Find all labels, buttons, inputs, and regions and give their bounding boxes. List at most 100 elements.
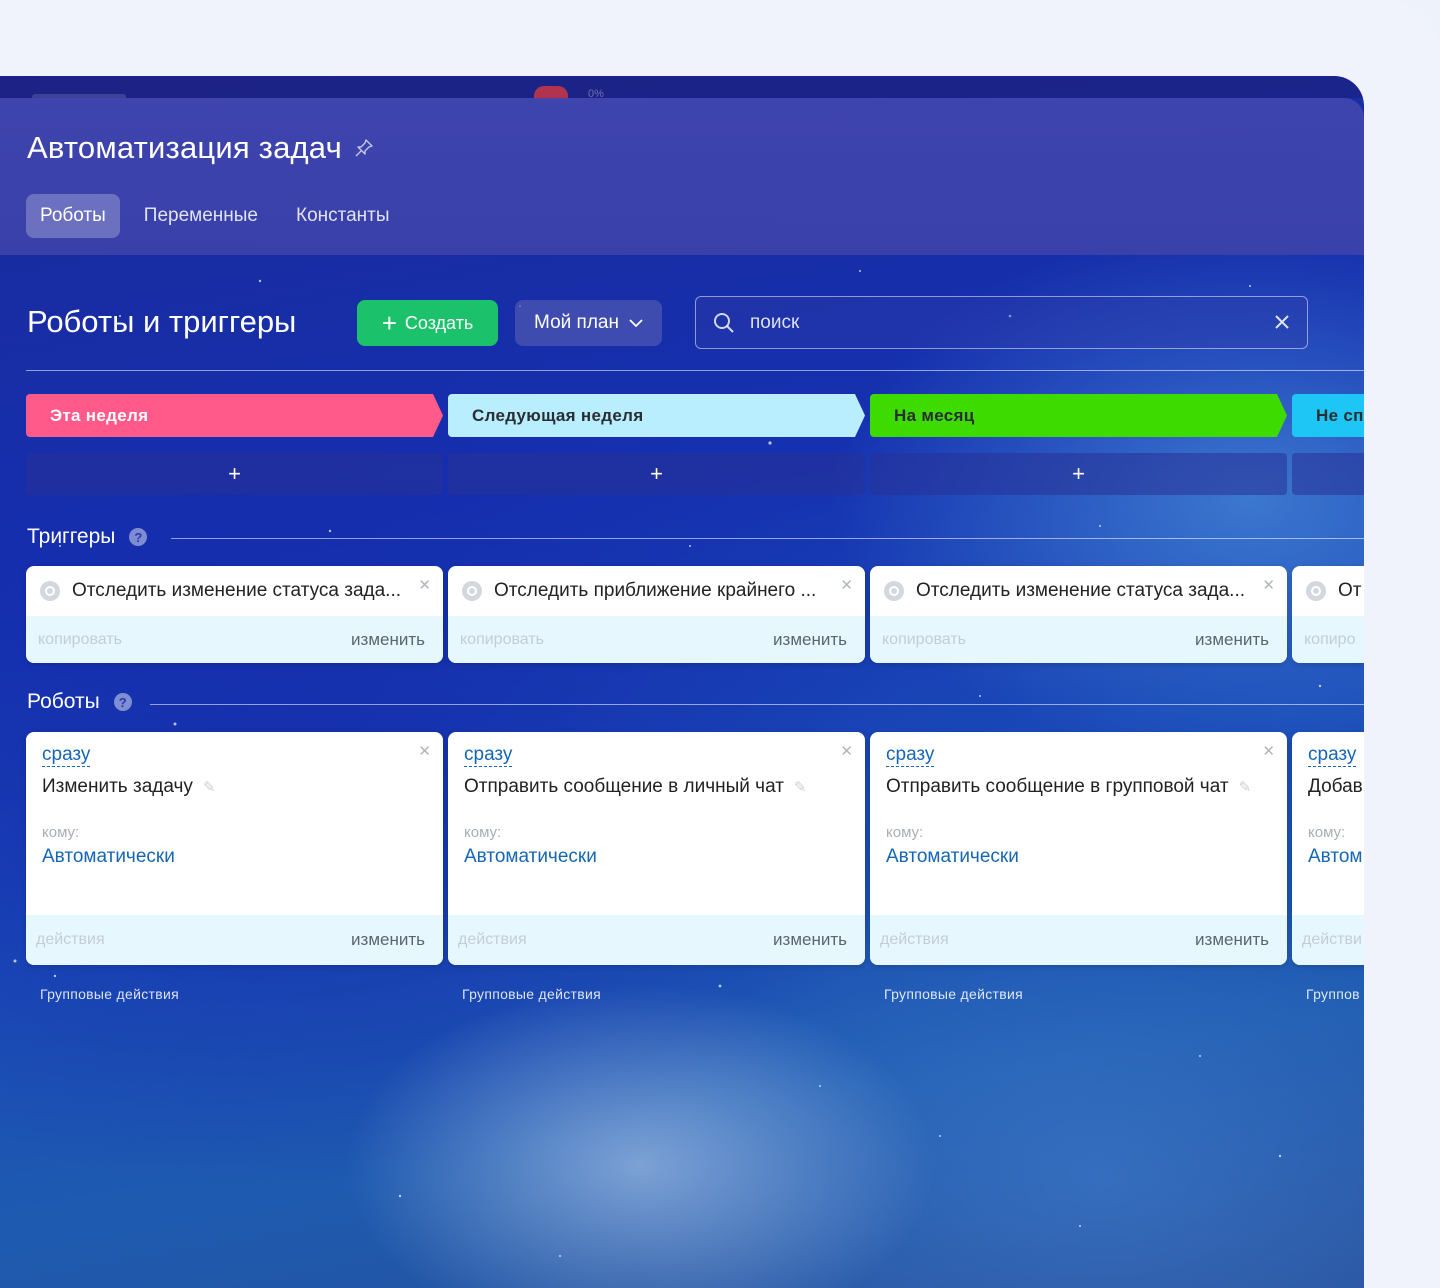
toolbar-divider xyxy=(26,370,1364,371)
help-icon[interactable]: ? xyxy=(113,693,132,711)
stage-column: Эта неделя + xyxy=(26,394,443,495)
robot-name: Отправить сообщение в личный чат xyxy=(464,776,784,797)
robots-divider xyxy=(150,704,1364,705)
robot-card[interactable]: сразу ✕ Отправить сообщение в групповой … xyxy=(870,732,1287,965)
close-icon[interactable]: ✕ xyxy=(418,742,431,760)
header-tabs: Роботы Переменные Константы xyxy=(26,194,410,238)
group-actions-link[interactable]: Групповые действия xyxy=(462,986,601,1002)
recipient-value[interactable]: Автоматически xyxy=(42,846,175,868)
triggers-heading: Триггеры ? xyxy=(27,525,148,549)
trigger-name: От xyxy=(1338,580,1362,601)
robot-card[interactable]: сразу ✕ Изменить задачу ✎ кому: Автомати… xyxy=(26,732,443,965)
robot-delay-link[interactable]: сразу xyxy=(464,744,513,767)
group-actions-link[interactable]: Групповые действия xyxy=(40,986,179,1002)
recipient-label: кому: xyxy=(886,824,924,841)
plan-dropdown-label: Мой план xyxy=(534,312,619,333)
stage-column: Следующая неделя + xyxy=(448,394,865,495)
edit-link[interactable]: изменить xyxy=(351,630,425,650)
pin-icon[interactable] xyxy=(354,138,374,158)
recipient-label: кому: xyxy=(42,824,80,841)
copy-link[interactable]: копировать xyxy=(882,631,966,649)
robot-delay-link[interactable]: сразу xyxy=(1308,744,1357,767)
toolbar: Роботы и триггеры + Создать Мой план xyxy=(0,296,1364,349)
top-status-strip: 0% xyxy=(0,76,1364,100)
recipient-value[interactable]: Автом xyxy=(1308,846,1362,868)
edit-link[interactable]: изменить xyxy=(1195,930,1269,950)
copy-link[interactable]: копировать xyxy=(460,631,544,649)
search-input[interactable] xyxy=(750,309,1250,337)
stage-header[interactable]: На месяц xyxy=(870,394,1287,437)
recipient-value[interactable]: Автоматически xyxy=(464,846,597,868)
actions-link[interactable]: действия xyxy=(458,931,527,949)
plan-dropdown[interactable]: Мой план xyxy=(515,300,662,346)
create-button[interactable]: + Создать xyxy=(357,300,498,346)
app-window: 0% Автоматизация задач Роботы Переменные… xyxy=(0,76,1364,1288)
recipient-label: кому: xyxy=(464,824,502,841)
pencil-icon[interactable]: ✎ xyxy=(1239,778,1252,796)
close-icon[interactable]: ✕ xyxy=(418,576,431,594)
section-title: Роботы и триггеры xyxy=(27,304,297,339)
trigger-status-icon xyxy=(462,581,482,601)
plus-icon: + xyxy=(381,308,397,338)
triggers-divider xyxy=(171,538,1364,539)
trigger-name: Отследить приближение крайнего ... xyxy=(494,580,817,601)
robot-card[interactable]: сразу ✕ Отправить сообщение в личный чат… xyxy=(448,732,865,965)
recipient-label: кому: xyxy=(1308,824,1346,841)
stage-header[interactable]: Не сп xyxy=(1292,394,1364,437)
trigger-card[interactable]: От копиро xyxy=(1292,566,1364,663)
search-box xyxy=(695,296,1308,349)
trigger-card[interactable]: Отследить приближение крайнего ... ✕ коп… xyxy=(448,566,865,663)
robot-name: Отправить сообщение в групповой чат xyxy=(886,776,1229,797)
actions-link[interactable]: действи xyxy=(1302,931,1362,949)
edit-link[interactable]: изменить xyxy=(351,930,425,950)
actions-link[interactable]: действия xyxy=(36,931,105,949)
add-robot-button[interactable]: + xyxy=(26,453,443,495)
tab-variables[interactable]: Переменные xyxy=(130,194,272,238)
trigger-name: Отследить изменение статуса зада... xyxy=(72,580,402,601)
add-robot-button[interactable]: + xyxy=(448,453,865,495)
edit-link[interactable]: изменить xyxy=(773,630,847,650)
tab-constants[interactable]: Константы xyxy=(282,194,404,238)
starfield-background xyxy=(13,270,1322,1257)
page-title: Автоматизация задач xyxy=(27,130,342,165)
actions-link[interactable]: действия xyxy=(880,931,949,949)
robot-delay-link[interactable]: сразу xyxy=(42,744,91,767)
close-icon[interactable]: ✕ xyxy=(840,576,853,594)
group-actions-link[interactable]: Группов xyxy=(1306,986,1360,1002)
clear-search-icon[interactable] xyxy=(1273,313,1291,331)
robot-card[interactable]: сразу Добав кому: Автом действи xyxy=(1292,732,1364,965)
trigger-status-icon xyxy=(1306,581,1326,601)
add-robot-button[interactable] xyxy=(1292,453,1364,495)
pencil-icon[interactable]: ✎ xyxy=(794,778,807,796)
copy-link[interactable]: копировать xyxy=(38,631,122,649)
edit-link[interactable]: изменить xyxy=(1195,630,1269,650)
robot-name: Изменить задачу xyxy=(42,776,193,797)
group-actions-link[interactable]: Групповые действия xyxy=(884,986,1023,1002)
robot-delay-link[interactable]: сразу xyxy=(886,744,935,767)
help-icon[interactable]: ? xyxy=(129,528,148,546)
stage-header[interactable]: Следующая неделя xyxy=(448,394,865,437)
chevron-down-icon xyxy=(629,318,643,327)
trigger-card[interactable]: Отследить изменение статуса зада... ✕ ко… xyxy=(870,566,1287,663)
stage-column: На месяц + xyxy=(870,394,1287,495)
copy-link[interactable]: копиро xyxy=(1304,631,1355,649)
edit-link[interactable]: изменить xyxy=(773,930,847,950)
trigger-card[interactable]: Отследить изменение статуса зада... ✕ ко… xyxy=(26,566,443,663)
trigger-status-icon xyxy=(884,581,904,601)
close-icon[interactable]: ✕ xyxy=(1262,742,1275,760)
triggers-heading-label: Триггеры xyxy=(27,525,116,548)
robots-heading-label: Роботы xyxy=(27,690,100,713)
add-robot-button[interactable]: + xyxy=(870,453,1287,495)
create-button-label: Создать xyxy=(404,312,474,333)
tab-robots[interactable]: Роботы xyxy=(26,194,120,238)
close-icon[interactable]: ✕ xyxy=(840,742,853,760)
robot-name: Добав xyxy=(1308,776,1363,797)
pencil-icon[interactable]: ✎ xyxy=(203,778,216,796)
trigger-name: Отследить изменение статуса зада... xyxy=(916,580,1246,601)
close-icon[interactable]: ✕ xyxy=(1262,576,1275,594)
stage-header[interactable]: Эта неделя xyxy=(26,394,443,437)
stage-column: Не сп xyxy=(1292,394,1364,495)
recipient-value[interactable]: Автоматически xyxy=(886,846,1019,868)
robots-heading: Роботы ? xyxy=(27,690,132,714)
page-header: Автоматизация задач Роботы Переменные Ко… xyxy=(0,98,1364,255)
